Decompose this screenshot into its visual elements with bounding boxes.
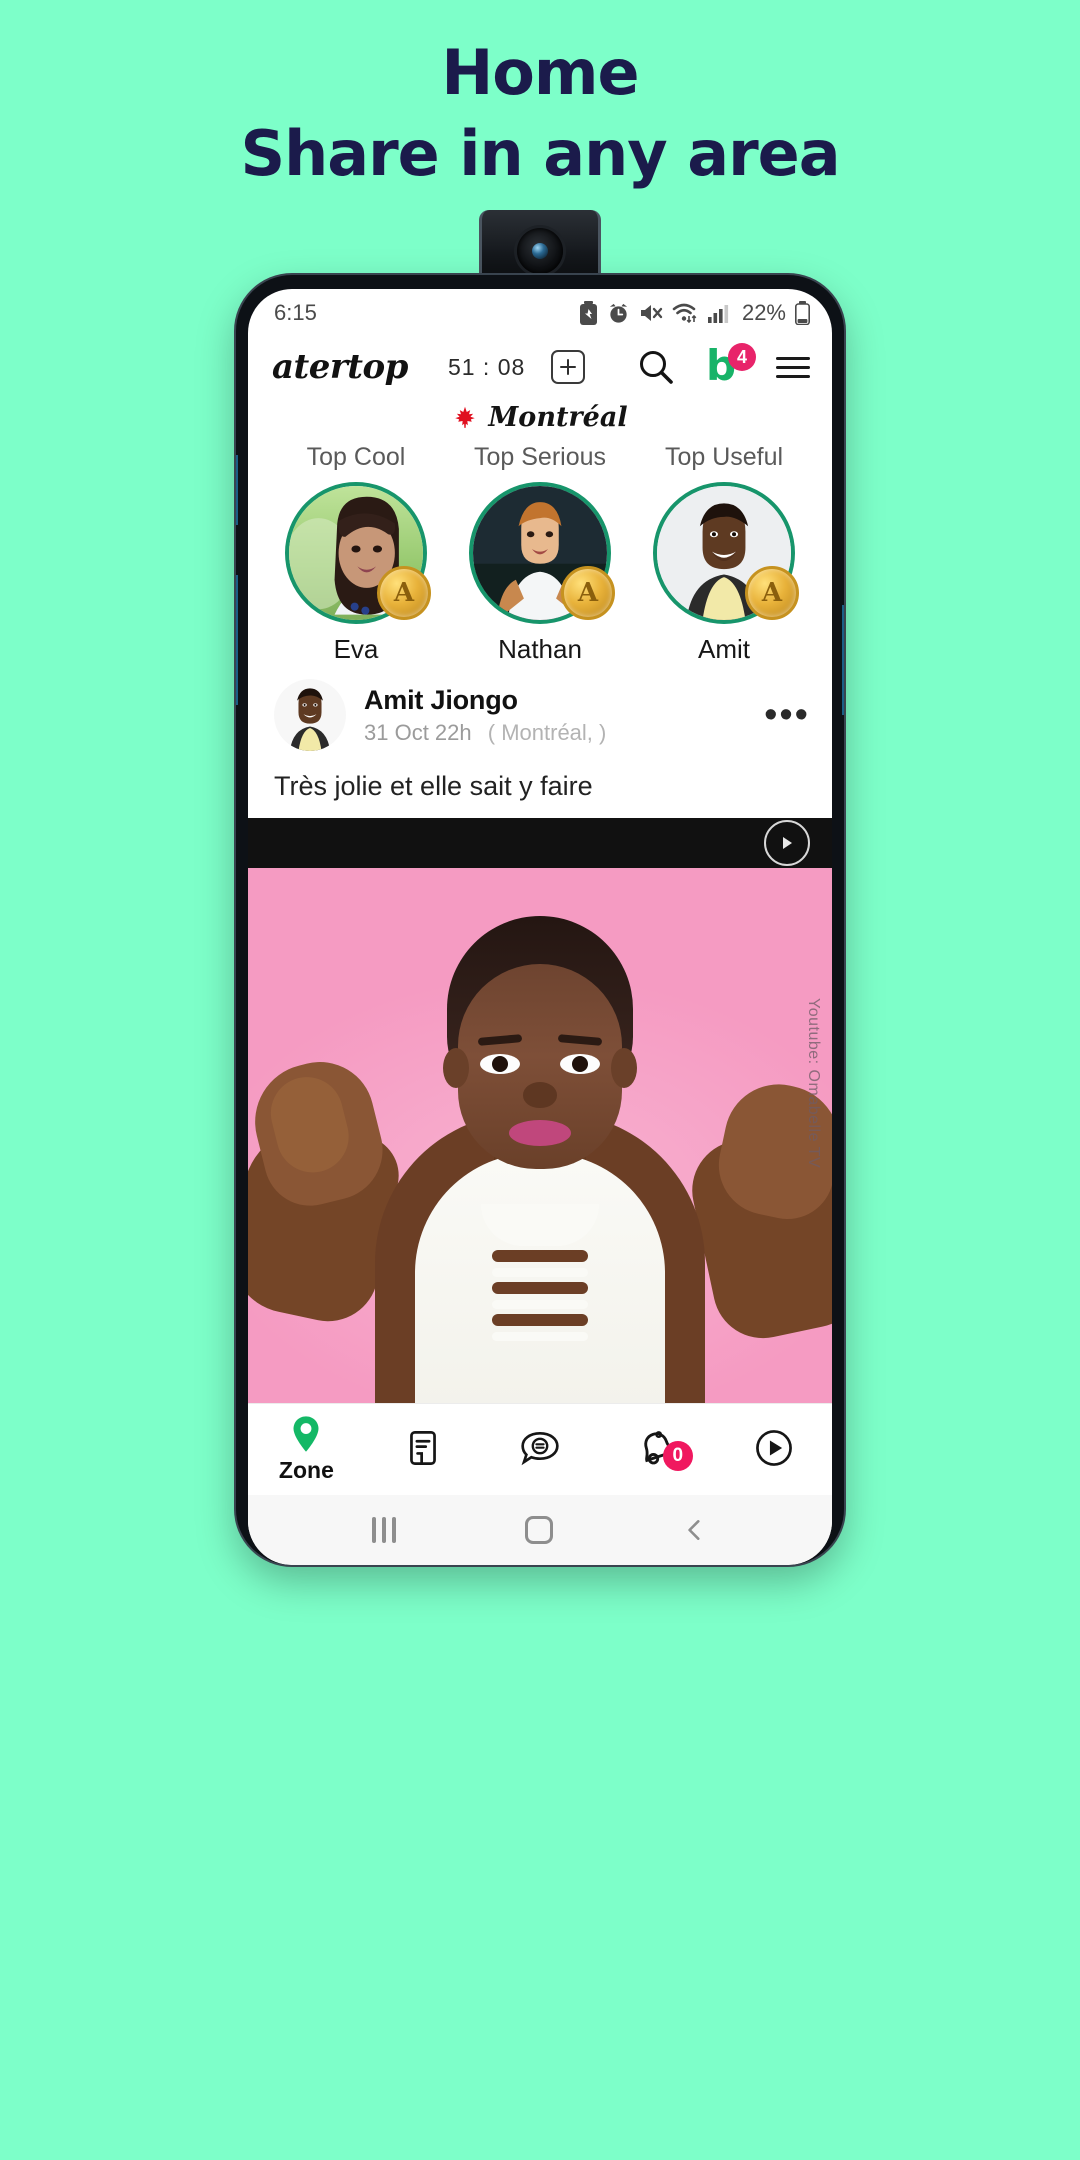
play-icon: [783, 837, 792, 849]
figure-nose: [523, 1082, 557, 1108]
nav-item-alerts[interactable]: 0: [598, 1429, 715, 1471]
recents-bar: [372, 1517, 377, 1543]
play-circle-icon: [755, 1429, 792, 1466]
media-play-button[interactable]: [764, 820, 810, 866]
figure-right-ear: [611, 1048, 637, 1088]
media-top-bar: [248, 818, 832, 868]
figure-shirt: [415, 1153, 665, 1403]
avatar[interactable]: A: [653, 482, 799, 624]
app-logo[interactable]: atertop: [272, 347, 408, 387]
document-icon: [410, 1430, 437, 1465]
media-watermark: Youtube: Omabelle TV: [805, 998, 822, 1169]
nav-item-zone[interactable]: Zone: [248, 1415, 365, 1484]
countdown-timer: 51 : 08: [447, 353, 526, 380]
status-time: 6:15: [274, 300, 317, 325]
camera-lens-icon: [517, 227, 563, 274]
location-name: Montréal: [488, 401, 628, 433]
medal-badge: A: [745, 566, 799, 620]
recents-icon[interactable]: [372, 1517, 397, 1543]
promo-headline: Home Share in any area: [0, 0, 1080, 190]
post-header: Amit Jiongo 31 Oct 22h ( Montréal, ) •••: [248, 669, 832, 751]
medal-badge: A: [561, 566, 615, 620]
search-icon: [640, 351, 673, 384]
top-category-label: Top Cool: [306, 443, 406, 471]
figure-lips: [509, 1120, 571, 1146]
nav-item-chat[interactable]: [482, 1429, 599, 1471]
figure-left-eye: [480, 1054, 520, 1074]
hamburger-menu-icon-line: [776, 365, 810, 369]
alerts-badge: 0: [662, 1440, 693, 1471]
alarm-icon: [609, 303, 628, 323]
notifications-button[interactable]: b 4: [706, 343, 756, 387]
top-user-name: Nathan: [498, 634, 582, 664]
promo-title: Home: [441, 36, 639, 109]
top-ranking-item[interactable]: Top Serious A Nathan: [448, 443, 632, 665]
battery-percent: 22%: [741, 300, 786, 325]
nav-item-document[interactable]: [365, 1429, 482, 1471]
mute-icon: [640, 305, 663, 321]
top-category-label: Top Useful: [664, 443, 784, 471]
nav-item-videos[interactable]: [715, 1429, 832, 1471]
figure-shirt-strap: [492, 1300, 588, 1309]
promo-subtitle: Share in any area: [240, 117, 840, 191]
post-options-button[interactable]: •••: [764, 696, 810, 734]
android-navigation-bar: [248, 1495, 832, 1565]
avatar[interactable]: A: [285, 482, 431, 624]
post-place: ( Montréal, ): [487, 719, 607, 745]
phone-screen: 6:15 22% atertop 51: 08 b 4 Montréal To…: [248, 289, 832, 1565]
recents-bar: [382, 1517, 387, 1543]
bottom-navigation: Zone 0: [248, 1403, 832, 1495]
post-text: Très jolie et elle sait y faire: [274, 771, 593, 801]
figure-right-eye: [560, 1054, 600, 1074]
post-timestamp: 31 Oct 22h: [364, 719, 472, 745]
figure-shirt-gap: [492, 1250, 588, 1262]
post-author-avatar[interactable]: [274, 679, 346, 751]
location-pin-icon: [293, 1416, 319, 1452]
recents-bar: [392, 1517, 397, 1543]
top-ranking-item[interactable]: Top Useful A Amit: [632, 443, 816, 665]
medal-badge: A: [377, 566, 431, 620]
post-avatar-photo: [274, 679, 346, 751]
top-category-label: Top Serious: [473, 443, 607, 471]
battery-icon: [795, 301, 810, 325]
figure-shirt-strap: [492, 1268, 588, 1277]
wifi-icon: [672, 303, 697, 324]
phone-mockup: 6:15 22% atertop 51: 08 b 4 Montréal To…: [236, 275, 844, 1565]
phone-side-button: [842, 605, 844, 715]
media-image: Youtube: Omabelle TV: [248, 868, 832, 1403]
nav-label-zone: Zone: [278, 1457, 334, 1483]
add-post-button[interactable]: [551, 350, 586, 384]
post-author-name[interactable]: Amit Jiongo: [364, 685, 764, 716]
plus-icon: [560, 359, 577, 375]
status-icons: 22%: [579, 300, 810, 326]
figure-shirt-gap: [492, 1314, 588, 1326]
canada-flag-icon: [455, 406, 476, 428]
status-bar: 6:15 22%: [248, 289, 832, 337]
back-icon[interactable]: [682, 1517, 708, 1543]
post-meta: Amit Jiongo 31 Oct 22h ( Montréal, ): [364, 685, 764, 746]
app-header: atertop 51 : 08 b 4: [248, 337, 832, 397]
menu-button[interactable]: [776, 356, 810, 378]
post-media[interactable]: Youtube: Omabelle TV: [248, 818, 832, 1403]
hamburger-menu-icon-line: [776, 374, 810, 378]
search-button[interactable]: [636, 347, 676, 387]
hamburger-menu-icon-line: [776, 356, 810, 360]
top-user-name: Eva: [333, 634, 379, 664]
battery-saver-icon: [579, 301, 597, 325]
avatar[interactable]: A: [469, 482, 615, 624]
notifications-badge: 4: [728, 343, 756, 371]
post-subline: 31 Oct 22h ( Montréal, ): [364, 720, 764, 746]
figure-shirt-gap: [492, 1282, 588, 1294]
top-ranking-item[interactable]: Top Cool A Eva: [264, 443, 448, 665]
figure-shirt-strap: [492, 1332, 588, 1341]
signal-icon: [707, 305, 729, 323]
location-selector[interactable]: Montréal: [248, 397, 832, 437]
figure-left-ear: [443, 1048, 469, 1088]
top-ranking-row: Top Cool A Eva Top Serious A Nathan Top …: [248, 437, 832, 669]
top-user-name: Amit: [698, 634, 750, 664]
chat-bubble-icon: [521, 1431, 559, 1465]
home-icon[interactable]: [524, 1516, 553, 1544]
